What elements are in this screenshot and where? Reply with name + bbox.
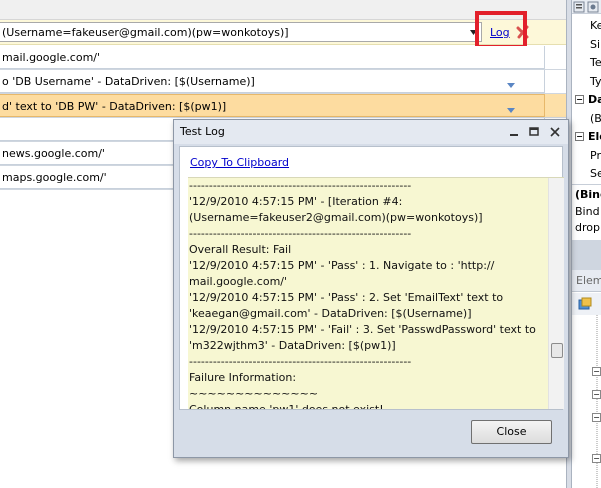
log-line: 'keaegan@gmail.com' - DataDriven: [$(Use… xyxy=(189,307,472,320)
property-row[interactable]: Se xyxy=(572,164,601,183)
toolbar-icons[interactable] xyxy=(572,0,601,14)
description-line: Bind xyxy=(575,205,600,218)
copy-to-clipboard-link[interactable]: Copy To Clipboard xyxy=(190,156,289,169)
chevron-down-icon[interactable] xyxy=(469,27,478,37)
description-line: drop xyxy=(575,221,600,234)
property-row[interactable]: Ke xyxy=(572,16,601,35)
tree-expander-icon[interactable]: − xyxy=(592,390,601,399)
property-label: Ty xyxy=(590,74,601,88)
iteration-bar: (Username=fakeuser@gmail.com)(pw=wonkoto… xyxy=(0,20,566,45)
log-line: 'm322wjthm3' - DataDriven: [$(pw1)] xyxy=(189,339,396,352)
properties-toolbar xyxy=(572,0,601,14)
dialog-footer: Close xyxy=(174,412,568,457)
test-step-text: d' text to 'DB PW' - DataDriven: [$(pw1)… xyxy=(2,100,227,113)
test-step-text: news.google.com/' xyxy=(2,147,105,160)
explorer-icon[interactable] xyxy=(578,297,592,311)
test-step-row[interactable]: o 'DB Username' - DataDriven: [$(Usernam… xyxy=(0,70,566,94)
log-text-area[interactable]: ----------------------------------------… xyxy=(188,177,564,409)
property-label: Ke xyxy=(590,19,601,32)
log-line: Failure Information: xyxy=(189,371,297,384)
property-label: Pr xyxy=(590,148,601,162)
property-category[interactable]: − Da xyxy=(572,90,601,109)
log-line: Overall Result: Fail xyxy=(189,243,292,256)
test-log-dialog: Test Log Copy To Clipboard -------------… xyxy=(173,119,569,458)
property-label: (Bi xyxy=(590,111,601,125)
property-row[interactable]: Sin xyxy=(572,35,601,54)
test-step-cell[interactable]: o 'DB Username' - DataDriven: [$(Usernam… xyxy=(0,70,545,93)
log-line: Column name 'pw1' does not exist! xyxy=(189,402,547,409)
collapse-icon[interactable]: − xyxy=(575,132,584,141)
iteration-dropdown-value: (Username=fakeuser@gmail.com)(pw=wonkoto… xyxy=(2,26,289,39)
collapse-icon[interactable]: − xyxy=(575,95,584,104)
chevron-down-icon[interactable] xyxy=(507,79,515,88)
property-row[interactable]: Ty xyxy=(572,72,601,91)
log-scrollbar[interactable] xyxy=(548,178,564,409)
test-step-cell[interactable]: d' text to 'DB PW' - DataDriven: [$(pw1)… xyxy=(0,94,545,117)
log-line: '12/9/2010 4:57:15 PM' - 'Pass' : 2. Set… xyxy=(189,291,504,304)
property-row[interactable]: Te xyxy=(572,53,601,72)
tree-expander-icon[interactable]: − xyxy=(592,413,601,422)
dialog-title: Test Log xyxy=(180,125,225,138)
log-link[interactable]: Log xyxy=(490,26,510,39)
minimize-icon[interactable] xyxy=(507,125,521,139)
log-text: ----------------------------------------… xyxy=(189,178,547,409)
log-line: '12/9/2010 4:57:15 PM' - 'Fail' : 3. Set… xyxy=(189,323,536,336)
log-line: ~~~~~~~~~~~~~~ xyxy=(189,387,319,400)
property-description: (Bind Bind drop xyxy=(572,184,601,240)
iteration-dropdown[interactable]: (Username=fakeuser@gmail.com)(pw=wonkoto… xyxy=(0,22,482,42)
close-icon[interactable] xyxy=(548,125,562,139)
test-step-cell[interactable]: mail.google.com/' xyxy=(0,46,545,69)
top-toolbar xyxy=(0,0,566,20)
properties-panel: KeSinTeTy−Da(Bi−ElePrSe (Bind Bind drop … xyxy=(572,0,601,488)
test-step-row[interactable]: d' text to 'DB PW' - DataDriven: [$(pw1)… xyxy=(0,94,566,118)
chevron-down-icon[interactable] xyxy=(507,104,515,113)
elements-tree: − − − − xyxy=(572,315,601,488)
elements-header-label: Eleme xyxy=(576,274,601,287)
property-row[interactable]: (Bi xyxy=(572,109,601,128)
log-line: ----------------------------------------… xyxy=(189,355,412,368)
close-button[interactable]: Close xyxy=(471,420,552,444)
elements-toolbar xyxy=(572,293,601,315)
log-line: mail.google.com/' xyxy=(189,275,288,288)
dialog-content: Copy To Clipboard ----------------------… xyxy=(179,146,564,410)
maximize-icon[interactable] xyxy=(527,125,541,139)
log-line: '12/9/2010 4:57:15 PM' - 'Pass' : 1. Nav… xyxy=(189,259,495,272)
delete-icon[interactable] xyxy=(516,25,530,39)
elements-header[interactable]: Eleme xyxy=(572,270,601,292)
test-step-text: mail.google.com/' xyxy=(2,51,101,64)
property-label: Se xyxy=(590,167,601,180)
property-label: Da xyxy=(588,93,601,106)
description-title: (Bind xyxy=(575,188,601,201)
panel-gap xyxy=(572,240,601,270)
test-step-text: maps.google.com/' xyxy=(2,171,107,184)
test-step-text: o 'DB Username' - DataDriven: [$(Usernam… xyxy=(2,75,255,88)
tree-expander-icon[interactable]: − xyxy=(592,367,601,376)
property-label: Sin xyxy=(590,37,601,51)
property-row[interactable]: Pr xyxy=(572,146,601,165)
log-line: '12/9/2010 4:57:15 PM' - [Iteration #4: xyxy=(189,195,403,208)
property-label: Ele xyxy=(588,130,601,143)
property-label: Te xyxy=(590,56,601,69)
test-step-row[interactable]: mail.google.com/' xyxy=(0,46,566,70)
dialog-titlebar[interactable]: Test Log xyxy=(174,120,568,144)
log-line: ----------------------------------------… xyxy=(189,227,412,240)
log-line: ----------------------------------------… xyxy=(189,179,412,192)
log-line: (Username=fakeuser2@gmail.com)(pw=wonkot… xyxy=(189,211,483,224)
tree-expander-icon[interactable]: − xyxy=(592,454,601,463)
property-category[interactable]: −Ele xyxy=(572,127,601,146)
scrollbar-thumb[interactable] xyxy=(551,343,563,358)
